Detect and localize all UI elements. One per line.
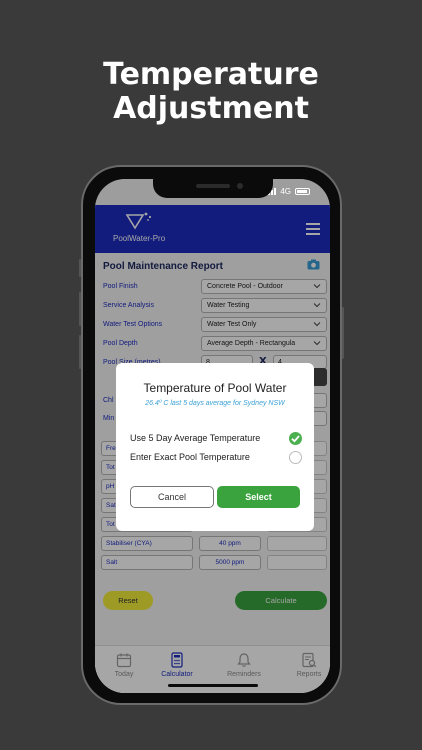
select-button[interactable]: Select (217, 486, 300, 508)
speaker-grille (195, 184, 230, 188)
power-button (342, 307, 344, 359)
option-exact-temperature[interactable]: Enter Exact Pool Temperature (130, 451, 302, 466)
modal-title: Temperature of Pool Water (143, 381, 287, 395)
phone-frame: PoolWater-Pro Pool Maintenance Report Po… (79, 165, 344, 705)
network-type: 4G (280, 187, 291, 196)
promo-title-line2: Adjustment (113, 91, 309, 126)
cancel-button[interactable]: Cancel (130, 486, 214, 508)
front-camera (236, 183, 243, 189)
checkmark-icon (289, 432, 302, 445)
option-average-temperature[interactable]: Use 5 Day Average Temperature (130, 432, 302, 447)
battery-icon (295, 188, 310, 195)
radio-unchecked-icon (289, 451, 302, 464)
phone-notch (152, 179, 273, 198)
mute-switch (79, 259, 81, 277)
option-exact-label: Enter Exact Pool Temperature (130, 452, 250, 462)
volume-up-button (79, 292, 81, 326)
promo-title-line1: Temperature (103, 57, 319, 92)
volume-down-button (79, 335, 81, 369)
phone-screen: PoolWater-Pro Pool Maintenance Report Po… (95, 179, 330, 693)
modal-subtitle: 26.4º C last 5 days average for Sydney N… (145, 400, 285, 407)
status-indicators: 4G (265, 187, 310, 196)
promo-title: Temperature Adjustment (0, 58, 422, 126)
temperature-modal: Temperature of Pool Water 26.4º C last 5… (116, 363, 314, 531)
option-average-label: Use 5 Day Average Temperature (130, 433, 261, 443)
